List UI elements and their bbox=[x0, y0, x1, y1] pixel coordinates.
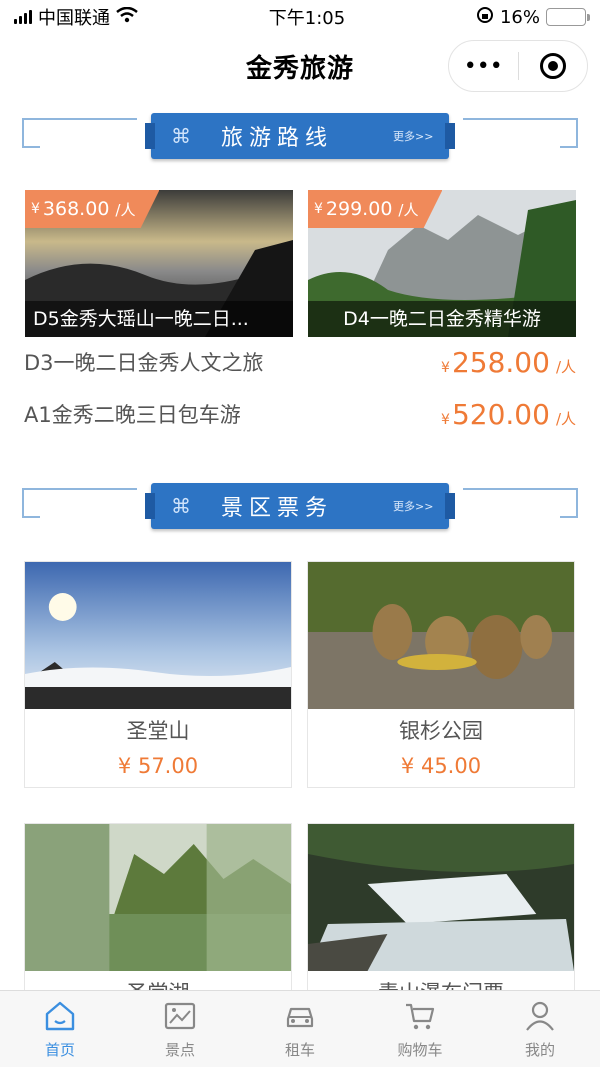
routes-title: 旅游路线 bbox=[221, 126, 334, 151]
tab-bar: 首页 景点 租车 购物车 我的 bbox=[0, 990, 600, 1067]
spot-card-shengtangshan[interactable]: 圣堂山 ¥ 57.00 bbox=[24, 561, 292, 788]
currency-symbol: ¥ bbox=[441, 359, 450, 376]
price-unit: /人 bbox=[555, 409, 576, 428]
user-icon bbox=[526, 1001, 554, 1031]
price-value: 258.00 bbox=[451, 345, 550, 379]
lake-photo bbox=[25, 824, 291, 971]
monkeys-photo bbox=[308, 562, 574, 709]
tab-home[interactable]: 首页 bbox=[0, 991, 120, 1067]
price-value: 520.00 bbox=[451, 397, 550, 431]
page-title: 金秀旅游 bbox=[245, 53, 354, 84]
status-right: 16% bbox=[476, 6, 590, 29]
spot-price: ¥ 57.00 bbox=[117, 754, 199, 778]
more-button[interactable]: ••• bbox=[449, 41, 518, 91]
knot-icon: ⌘ bbox=[171, 124, 191, 148]
waterfall-photo bbox=[308, 824, 574, 971]
price-unit: /人 bbox=[555, 357, 576, 376]
tickets-section-header: ⌘ 景区票务 更多>> bbox=[0, 483, 600, 540]
price-unit: /人 bbox=[115, 200, 136, 219]
status-bar: 中国联通 下午1:05 16% bbox=[0, 0, 600, 34]
status-left: 中国联通 bbox=[14, 4, 138, 30]
tab-scenic[interactable]: 景点 bbox=[120, 991, 240, 1067]
tab-label: 我的 bbox=[524, 1040, 555, 1059]
route-list-item[interactable]: A1金秀二晚三日包车游 ¥ 520.00 /人 bbox=[24, 394, 576, 434]
route-name: D5金秀大瑶山一晚二日... bbox=[25, 301, 293, 337]
route-price: ¥ 520.00 /人 bbox=[441, 398, 576, 431]
header-ornament-right bbox=[463, 118, 578, 158]
tab-profile[interactable]: 我的 bbox=[480, 991, 600, 1067]
mini-program-capsule: ••• bbox=[448, 40, 588, 92]
home-icon bbox=[45, 1001, 75, 1030]
tab-car-rental[interactable]: 租车 bbox=[240, 991, 360, 1067]
currency-symbol: ¥ bbox=[441, 411, 450, 428]
tickets-title: 景区票务 bbox=[221, 496, 334, 521]
route-card-d4[interactable]: ¥ 299.00 /人 D4一晚二日金秀精华游 bbox=[308, 190, 576, 337]
nav-bar: 金秀旅游 ••• bbox=[0, 34, 600, 98]
tab-label: 购物车 bbox=[397, 1040, 443, 1059]
tickets-banner: ⌘ 景区票务 更多>> bbox=[145, 483, 455, 529]
route-name: A1金秀二晚三日包车游 bbox=[24, 403, 241, 427]
target-icon bbox=[539, 53, 566, 79]
tab-label: 景点 bbox=[164, 1040, 195, 1059]
currency-symbol: ¥ bbox=[31, 201, 40, 217]
header-ornament-left bbox=[22, 488, 137, 528]
cart-icon bbox=[406, 1003, 435, 1029]
rotation-lock-icon bbox=[476, 6, 494, 29]
price-tag: ¥ 299.00 /人 bbox=[308, 190, 443, 228]
routes-section-header: ⌘ 旅游路线 更多>> bbox=[0, 113, 600, 170]
more-dots-icon: ••• bbox=[463, 53, 503, 79]
carrier-label: 中国联通 bbox=[38, 8, 110, 29]
time-label: 下午1:05 bbox=[268, 8, 346, 29]
routes-banner: ⌘ 旅游路线 更多>> bbox=[145, 113, 455, 159]
spot-price: ¥ 45.00 bbox=[400, 754, 482, 778]
route-list-item[interactable]: D3一晚二日金秀人文之旅 ¥ 258.00 /人 bbox=[24, 342, 576, 382]
header-ornament-left bbox=[22, 118, 137, 158]
price-unit: /人 bbox=[398, 200, 419, 219]
route-price: ¥ 258.00 /人 bbox=[441, 346, 576, 379]
knot-icon: ⌘ bbox=[171, 494, 191, 518]
tab-label: 首页 bbox=[44, 1040, 75, 1059]
tab-cart[interactable]: 购物车 bbox=[360, 991, 480, 1067]
close-mini-program-button[interactable] bbox=[519, 41, 588, 91]
tickets-more-link[interactable]: 更多>> bbox=[393, 498, 449, 514]
spot-card-yinshan-park[interactable]: 银杉公园 ¥ 45.00 bbox=[307, 561, 575, 788]
price-value: 368.00 bbox=[42, 198, 110, 220]
battery-percent: 16% bbox=[499, 6, 540, 28]
spot-name: 银杉公园 bbox=[399, 719, 483, 743]
route-card-d5[interactable]: ¥ 368.00 /人 D5金秀大瑶山一晚二日... bbox=[25, 190, 293, 337]
route-name: D4一晚二日金秀精华游 bbox=[308, 301, 576, 337]
tab-label: 租车 bbox=[284, 1040, 315, 1059]
signal-icon bbox=[14, 10, 32, 24]
scenic-icon bbox=[164, 1002, 196, 1029]
car-icon bbox=[286, 1007, 314, 1027]
route-name: D3一晚二日金秀人文之旅 bbox=[24, 351, 264, 375]
price-tag: ¥ 368.00 /人 bbox=[25, 190, 160, 228]
header-ornament-right bbox=[463, 488, 578, 528]
spot-name: 圣堂山 bbox=[126, 719, 190, 743]
routes-more-link[interactable]: 更多>> bbox=[393, 128, 449, 144]
wifi-icon bbox=[116, 6, 138, 28]
currency-symbol: ¥ bbox=[314, 201, 323, 217]
sea-of-clouds-photo bbox=[25, 562, 291, 709]
battery-icon bbox=[546, 8, 590, 26]
price-value: 299.00 bbox=[325, 198, 393, 220]
